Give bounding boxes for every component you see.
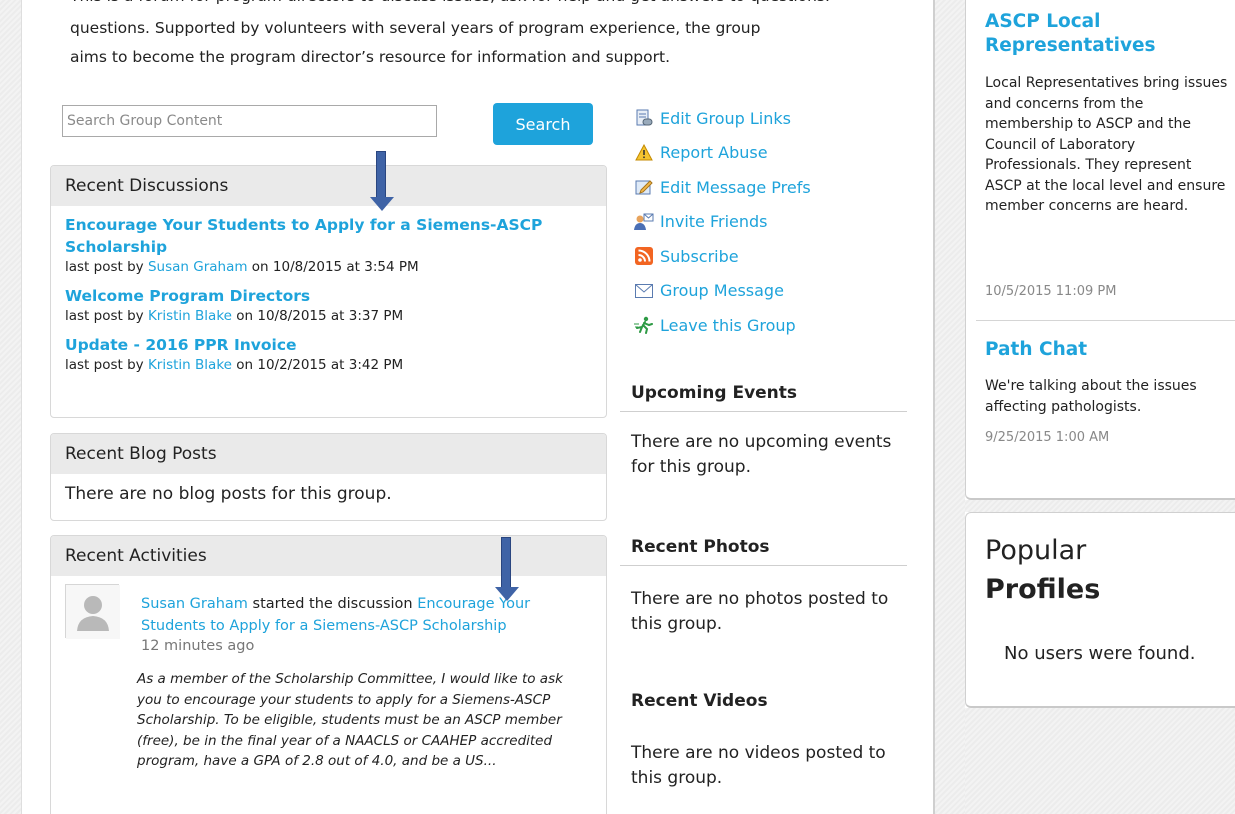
recent-videos-heading: Recent Videos [631, 691, 768, 711]
related-group-title-link[interactable]: ASCP Local Representatives [985, 10, 1185, 58]
column-divider-texture [933, 0, 965, 814]
recent-photos-heading: Recent Photos [620, 537, 907, 566]
activity-excerpt: As a member of the Scholarship Committee… [137, 671, 563, 769]
discussion-meta-date: on 10/8/2015 at 3:37 PM [231, 308, 404, 324]
search-input[interactable] [62, 105, 437, 137]
discussion-title-link[interactable]: Encourage Your Students to Apply for a S… [65, 214, 592, 258]
edit-group-links-link[interactable]: Edit Group Links [633, 101, 811, 136]
edit-links-icon [633, 109, 655, 127]
recent-blog-posts-panel: Recent Blog Posts There are no blog post… [50, 433, 607, 521]
related-group-title-link[interactable]: Path Chat [985, 338, 1087, 362]
discussion-meta-prefix: last post by [65, 357, 148, 373]
recent-discussions-panel: Recent Discussions Encourage Your Studen… [50, 165, 607, 418]
activity-actor-link[interactable]: Susan Graham [141, 596, 248, 612]
invite-friends-link[interactable]: Invite Friends [633, 205, 811, 240]
report-abuse-label: Report Abuse [660, 143, 768, 163]
activity-item: Susan Graham started the discussion Enco… [51, 576, 606, 814]
related-group-date: 10/5/2015 11:09 PM [985, 284, 1117, 299]
avatar[interactable] [65, 584, 120, 639]
edit-prefs-icon [633, 178, 655, 196]
popular-profiles-title-bold: Profiles [985, 574, 1101, 605]
discussion-item: Welcome Program Directors last post by K… [65, 285, 592, 326]
default-user-icon [66, 585, 120, 639]
related-group-date: 9/25/2015 1:00 AM [985, 430, 1110, 445]
activity-verb: started the discussion [247, 596, 418, 612]
discussion-author-link[interactable]: Susan Graham [148, 259, 248, 275]
photos-empty-message: There are no photos posted to this group… [631, 589, 889, 634]
related-group-description: Local Representatives bring issues and c… [985, 75, 1228, 214]
leave-group-label: Leave this Group [660, 315, 796, 335]
down-arrow-annotation [369, 151, 395, 213]
bottom-right-texture [965, 708, 1235, 814]
warning-icon [633, 143, 655, 162]
popular-profiles-title: Popular [985, 535, 1087, 566]
recent-activities-panel: Recent Activities Susan Graham started t… [50, 535, 607, 814]
discussion-meta-date: on 10/2/2015 at 3:42 PM [231, 357, 404, 373]
edit-message-prefs-label: Edit Message Prefs [660, 177, 811, 197]
invite-friends-label: Invite Friends [660, 212, 768, 232]
discussion-title-link[interactable]: Welcome Program Directors [65, 285, 592, 307]
edit-message-prefs-link[interactable]: Edit Message Prefs [633, 170, 811, 205]
recent-discussions-heading: Recent Discussions [51, 166, 606, 206]
popular-profiles-card: Popular Profiles No users were found. [965, 512, 1235, 708]
envelope-icon [633, 282, 655, 300]
rss-icon [633, 247, 655, 266]
events-empty-message: There are no upcoming events for this gr… [631, 432, 892, 477]
down-arrow-annotation [494, 537, 520, 603]
subscribe-link[interactable]: Subscribe [633, 239, 811, 274]
activity-timestamp: 12 minutes ago [141, 638, 255, 654]
discussion-item: Encourage Your Students to Apply for a S… [65, 214, 592, 277]
popular-profiles-empty-message: No users were found. [1004, 643, 1196, 664]
discussion-meta-prefix: last post by [65, 308, 148, 324]
videos-empty-message: There are no videos posted to this group… [631, 743, 886, 788]
discussion-meta-prefix: last post by [65, 259, 148, 275]
related-group-description: We're talking about the issues affecting… [985, 378, 1197, 415]
edit-group-links-label: Edit Group Links [660, 108, 791, 128]
group-actions-list: Edit Group Links Report Abuse Edit Messa… [633, 101, 811, 343]
intro-line-1: questions. Supported by volunteers with … [70, 19, 761, 37]
discussion-item: Update - 2016 PPR Invoice last post by K… [65, 334, 592, 375]
card-gap-texture [965, 500, 1235, 512]
left-margin-texture [0, 0, 22, 814]
subscribe-label: Subscribe [660, 246, 739, 266]
recent-blog-posts-heading: Recent Blog Posts [51, 434, 606, 474]
discussion-author-link[interactable]: Kristin Blake [148, 357, 232, 373]
leave-icon [633, 316, 655, 335]
blog-empty-message: There are no blog posts for this group. [65, 484, 392, 504]
leave-group-link[interactable]: Leave this Group [633, 308, 811, 343]
intro-clipped-line: This is a forum for program directors to… [70, 0, 890, 12]
report-abuse-link[interactable]: Report Abuse [633, 136, 811, 171]
group-message-label: Group Message [660, 281, 784, 301]
upcoming-events-heading: Upcoming Events [620, 383, 907, 412]
search-button[interactable]: Search [493, 103, 593, 145]
invite-friends-icon [633, 213, 655, 231]
group-message-link[interactable]: Group Message [633, 274, 811, 309]
discussion-title-link[interactable]: Update - 2016 PPR Invoice [65, 334, 592, 356]
group-description: questions. Supported by volunteers with … [70, 14, 890, 72]
discussion-meta-date: on 10/8/2015 at 3:54 PM [247, 259, 419, 275]
recent-activities-heading: Recent Activities [51, 536, 606, 576]
intro-line-2: aims to become the program director’s re… [70, 48, 671, 66]
discussion-author-link[interactable]: Kristin Blake [148, 308, 232, 324]
divider [976, 320, 1235, 321]
related-groups-card: ASCP Local Representatives Local Represe… [965, 0, 1235, 500]
